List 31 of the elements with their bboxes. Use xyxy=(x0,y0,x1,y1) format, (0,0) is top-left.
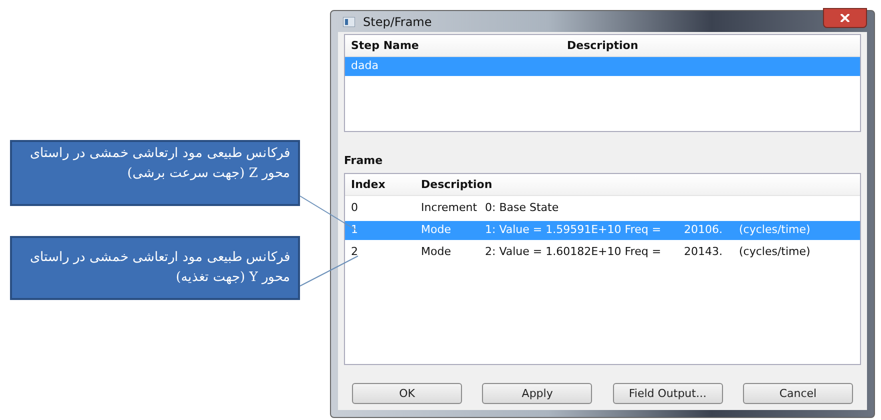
unit-cell: (cycles/time) xyxy=(739,245,810,260)
index-cell-text: 1 xyxy=(351,223,359,238)
column-header[interactable]: Step Name xyxy=(351,39,567,52)
description-cell-text: 1: Value = 1.59591E+10 Freq = xyxy=(485,223,662,238)
frequency-cell-text: 20143. xyxy=(684,245,724,260)
callout-box: فرکانس طبیعی مود ارتعاشی خمشی در راستای محور Z (جهت سرعت برشی) xyxy=(10,140,300,206)
callout-box: فرکانس طبیعی مود ارتعاشی خمشی در راستای محور Y (جهت تغذیه) xyxy=(10,236,300,300)
type-cell-text: Mode xyxy=(421,223,452,238)
frame-row[interactable]: 0 Increment 0: Base State xyxy=(345,199,860,218)
dialog-button[interactable]: Apply xyxy=(482,383,592,404)
close-button[interactable] xyxy=(823,8,867,28)
dialog-button[interactable]: OK xyxy=(352,383,462,404)
index-cell-text: 2 xyxy=(351,245,359,260)
close-icon xyxy=(840,14,850,22)
index-cell-text: 0 xyxy=(351,201,359,216)
unit-cell: (cycles/time) xyxy=(739,223,810,238)
type-cell-text: Increment xyxy=(421,201,478,216)
window-title: Step/Frame xyxy=(363,14,432,28)
leader-line xyxy=(300,256,358,286)
dialog-button[interactable]: Cancel xyxy=(742,383,853,404)
dialog-button[interactable]: Field Output... xyxy=(612,383,723,404)
column-header[interactable]: Description xyxy=(567,39,638,52)
description-cell: 0: Base State xyxy=(485,201,559,216)
type-cell-text: Mode xyxy=(421,245,452,260)
frame-row[interactable]: 2 Mode 2: Value = 1.60182E+10 Freq = 20143. (cycles/time) xyxy=(345,243,860,262)
frequency-cell-text: 20106. xyxy=(684,223,724,238)
window-icon xyxy=(343,16,355,26)
column-header[interactable]: Index xyxy=(351,178,421,191)
column-header[interactable]: Description xyxy=(421,178,492,191)
frame-label: Frame xyxy=(344,153,384,169)
description-cell-text: 2: Value = 1.60182E+10 Freq = xyxy=(485,245,662,260)
